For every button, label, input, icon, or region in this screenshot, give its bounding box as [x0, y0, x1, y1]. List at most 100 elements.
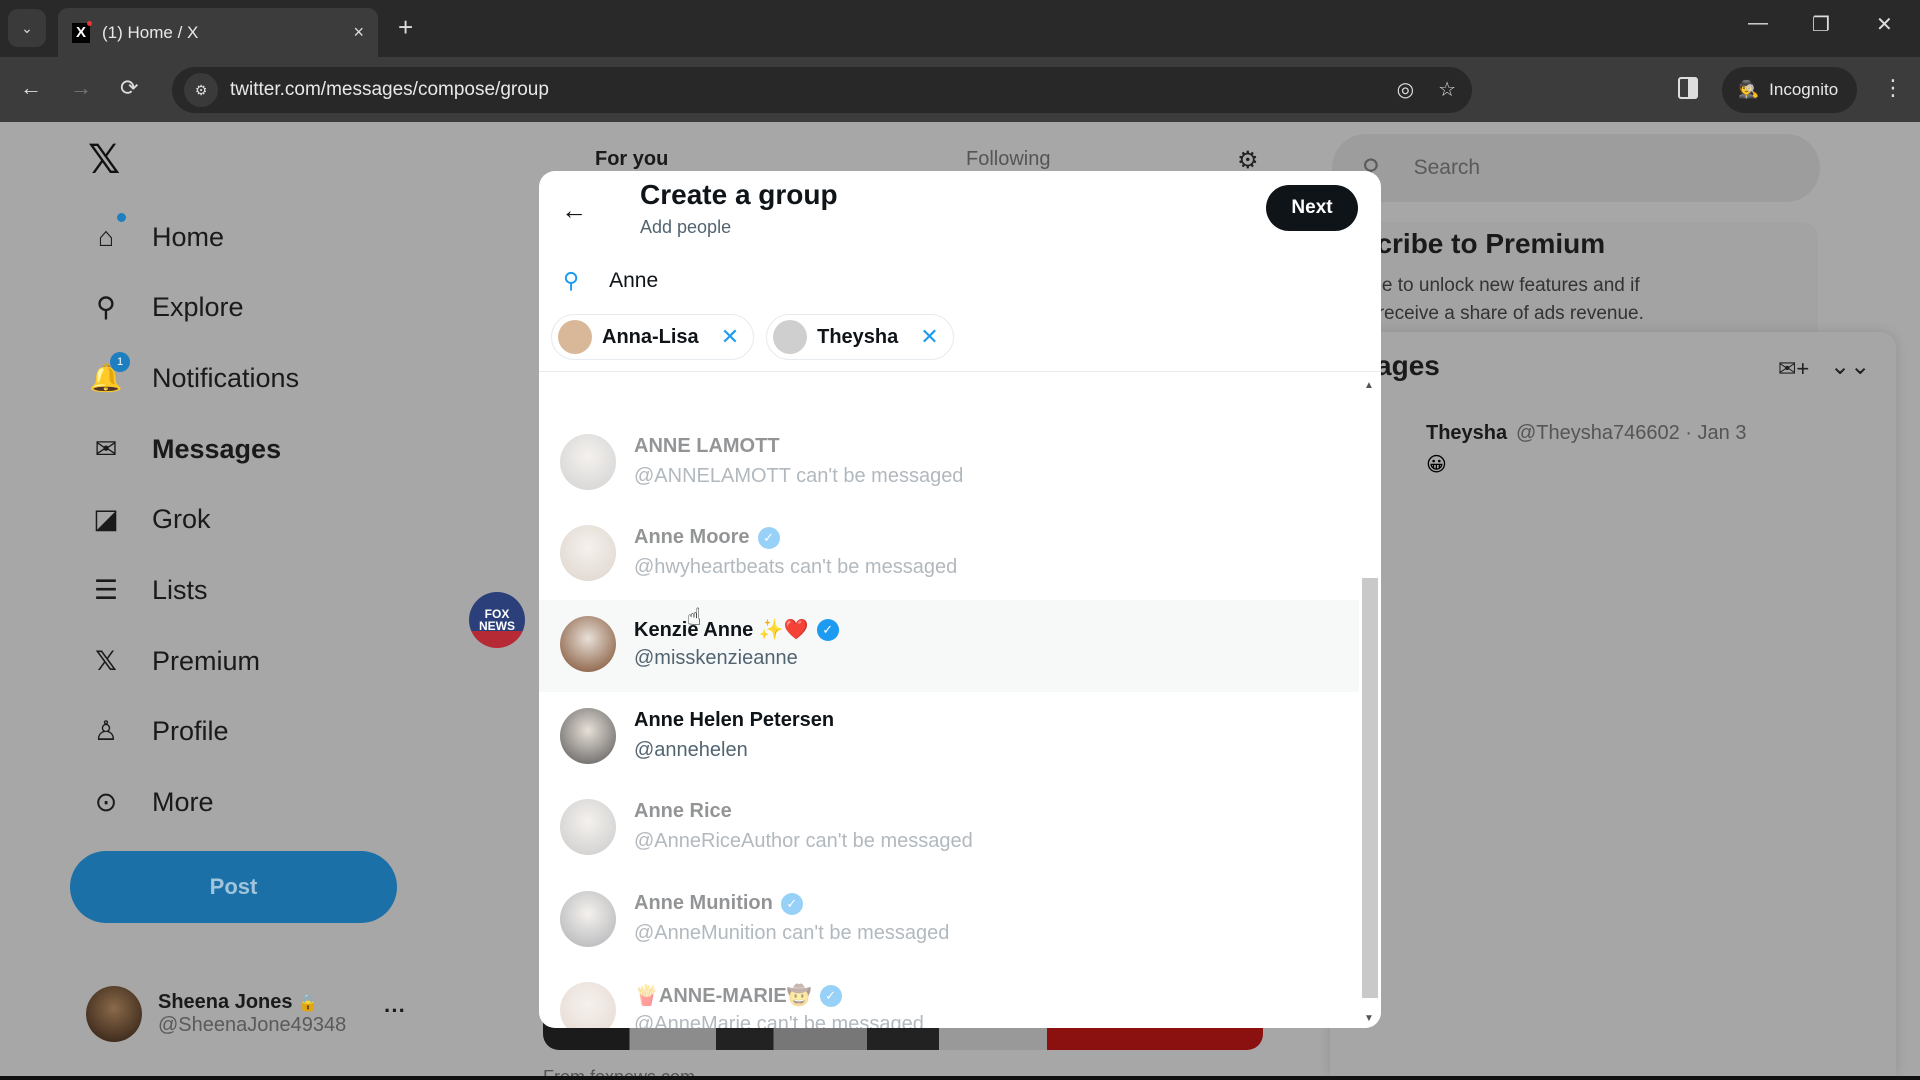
- browser-tab[interactable]: X (1) Home / X ×: [58, 8, 378, 57]
- verified-badge-icon: ✓: [819, 984, 842, 1007]
- side-panel-icon[interactable]: [1678, 77, 1698, 99]
- home-icon: ⌂: [88, 213, 126, 255]
- list-icon: ☰: [93, 574, 119, 605]
- account-switcher[interactable]: Sheena Jones 🔒 @SheenaJone49348 ···: [86, 984, 426, 1044]
- result-handle: @AnneMunition can't be messaged: [634, 922, 950, 944]
- tab-following[interactable]: Following: [966, 148, 1050, 171]
- sidebar-item-premium[interactable]: 𝕏 Premium: [88, 636, 260, 686]
- selected-chip[interactable]: Theysha ✕: [766, 314, 954, 360]
- star-icon[interactable]: ☆: [1438, 77, 1456, 102]
- sidebar-item-notifications[interactable]: 🔔 1 Notifications: [88, 352, 299, 403]
- results-scrollbar[interactable]: ▲ ▼: [1359, 372, 1381, 1028]
- scroll-down-icon[interactable]: ▼: [1364, 1013, 1374, 1024]
- post-button[interactable]: Post: [70, 851, 397, 923]
- post-source[interactable]: From foxnews.com: [543, 1067, 695, 1076]
- sidebar-item-label: Grok: [152, 503, 211, 534]
- address-bar[interactable]: ⚙ twitter.com/messages/compose/group ◎ ☆: [172, 67, 1472, 113]
- sidebar-item-grok[interactable]: ◪ Grok: [88, 494, 211, 544]
- result-row[interactable]: [539, 372, 1359, 378]
- scroll-up-icon[interactable]: ▲: [1364, 380, 1374, 391]
- result-handle: @misskenzieanne: [634, 647, 798, 669]
- sidebar-item-label: Messages: [152, 433, 282, 464]
- right-column: ⚲ Search Subscribe to Premium Subscribe …: [1306, 122, 1920, 1076]
- new-message-icon[interactable]: ✉+: [1778, 356, 1809, 382]
- sidebar-item-label: Explore: [152, 291, 244, 322]
- sidebar-item-explore[interactable]: ⚲ Explore: [88, 282, 244, 332]
- result-row[interactable]: Anne Moore ✓ @hwyheartbeats can't be messa…: [539, 509, 1359, 601]
- avatar: [773, 320, 808, 354]
- selected-chip[interactable]: Anna-Lisa ✕: [551, 314, 755, 360]
- tab-for-you[interactable]: For you: [595, 148, 668, 171]
- explore-search-input[interactable]: ⚲ Search: [1332, 134, 1820, 202]
- chip-label: Theysha: [817, 325, 899, 348]
- tab-search-button[interactable]: ⌄: [8, 9, 46, 47]
- result-row[interactable]: Anne Munition ✓ @AnneMunition can't be mes…: [539, 875, 1359, 967]
- conversation-preview: 😀: [1426, 454, 1447, 476]
- avatar: [560, 434, 616, 490]
- browser-menu-icon[interactable]: ⋮: [1882, 75, 1904, 101]
- collapse-chevrons-icon[interactable]: ⌄⌄: [1830, 352, 1870, 381]
- result-row[interactable]: Anne Rice @AnneRiceAuthor can't be messag…: [539, 783, 1359, 875]
- result-row[interactable]: ANNE LAMOTT @ANNELAMOTT can't be messaged: [539, 418, 1359, 510]
- conversation-item[interactable]: Theysha @Theysha746602 · Jan 3 😀: [1310, 412, 1890, 492]
- result-row[interactable]: 🍟ANNE-MARIE🤠 ✓ @AnneMarie can't be message…: [539, 966, 1359, 1028]
- result-handle: @AnneMarie can't be messaged: [634, 1013, 924, 1028]
- notification-badge: 1: [110, 352, 130, 372]
- forward-arrow-icon[interactable]: →: [70, 75, 92, 101]
- tab-close-icon[interactable]: ×: [353, 22, 364, 43]
- minimize-button[interactable]: —: [1748, 12, 1768, 35]
- search-icon: ⚲: [96, 291, 116, 322]
- avatar: [560, 616, 616, 672]
- x-logo-icon[interactable]: 𝕏: [88, 137, 120, 183]
- search-placeholder: Search: [1413, 156, 1481, 179]
- avatar: [560, 982, 616, 1028]
- sidebar-item-home[interactable]: ⌂ Home: [88, 212, 224, 262]
- avatar: [86, 986, 142, 1042]
- result-name: ANNE LAMOTT: [634, 435, 780, 458]
- back-arrow-icon[interactable]: ←: [20, 75, 42, 101]
- incognito-icon: 🕵: [1738, 80, 1760, 99]
- people-search-input[interactable]: [609, 269, 1310, 293]
- avatar: [560, 708, 616, 764]
- result-name: 🍟ANNE-MARIE🤠 ✓: [634, 983, 842, 1008]
- modal-subtitle: Add people: [640, 217, 732, 237]
- avatar: [558, 320, 592, 354]
- sidebar-item-profile[interactable]: ♙ Profile: [88, 706, 229, 756]
- sidebar-item-more[interactable]: ⊙ More: [88, 777, 214, 827]
- scroll-thumb[interactable]: [1362, 578, 1378, 998]
- next-button[interactable]: Next: [1266, 185, 1358, 231]
- restore-button[interactable]: ❐: [1812, 12, 1830, 37]
- result-name-text: 🍟ANNE-MARIE🤠: [634, 985, 812, 1007]
- url-text[interactable]: twitter.com/messages/compose/group: [230, 79, 549, 101]
- conversation-meta: @Theysha746602 · Jan 3: [1516, 422, 1747, 444]
- result-name: Anne Rice: [634, 800, 732, 823]
- eye-off-icon[interactable]: ◎: [1397, 77, 1414, 102]
- more-circle-icon: ⊙: [94, 786, 118, 817]
- back-arrow-icon[interactable]: ←: [561, 195, 587, 226]
- sidebar: 𝕏 ⌂ Home ⚲ Explore 🔔 1 Notifications ✉ Me…: [70, 122, 450, 1076]
- result-name-text: Anne Moore: [634, 526, 750, 548]
- result-name-text: Kenzie Anne ✨❤️: [634, 619, 809, 641]
- incognito-badge[interactable]: 🕵 Incognito: [1722, 67, 1857, 113]
- verified-badge-icon: ✓: [780, 892, 803, 915]
- new-tab-button[interactable]: +: [398, 12, 413, 43]
- sidebar-item-label: Profile: [152, 715, 229, 746]
- remove-icon[interactable]: ✕: [721, 324, 739, 350]
- people-search: ⚲: [539, 253, 1381, 309]
- result-name: Anne Munition ✓: [634, 892, 803, 915]
- sidebar-item-messages[interactable]: ✉ Messages: [88, 424, 281, 474]
- result-row[interactable]: Anne Helen Petersen @annehelen: [539, 692, 1359, 784]
- x-icon: 𝕏: [95, 645, 117, 676]
- create-group-modal: ← Create a group Add people Next ⚲ Anna-…: [539, 171, 1381, 1028]
- fox-news-avatar[interactable]: FOX NEWS: [469, 592, 525, 648]
- remove-icon[interactable]: ✕: [920, 324, 938, 350]
- result-name-text: Anne Rice: [634, 800, 732, 822]
- more-icon[interactable]: ···: [384, 998, 406, 1024]
- close-window-button[interactable]: ✕: [1876, 12, 1893, 37]
- sidebar-item-lists[interactable]: ☰ Lists: [88, 565, 208, 615]
- sidebar-item-label: Home: [152, 221, 225, 252]
- reload-icon[interactable]: ⟳: [120, 75, 138, 101]
- result-row[interactable]: Kenzie Anne ✨❤️ ✓ @misskenzieanne: [539, 600, 1359, 692]
- site-info-icon[interactable]: ⚙: [184, 73, 218, 107]
- verified-badge-icon: ✓: [816, 618, 839, 641]
